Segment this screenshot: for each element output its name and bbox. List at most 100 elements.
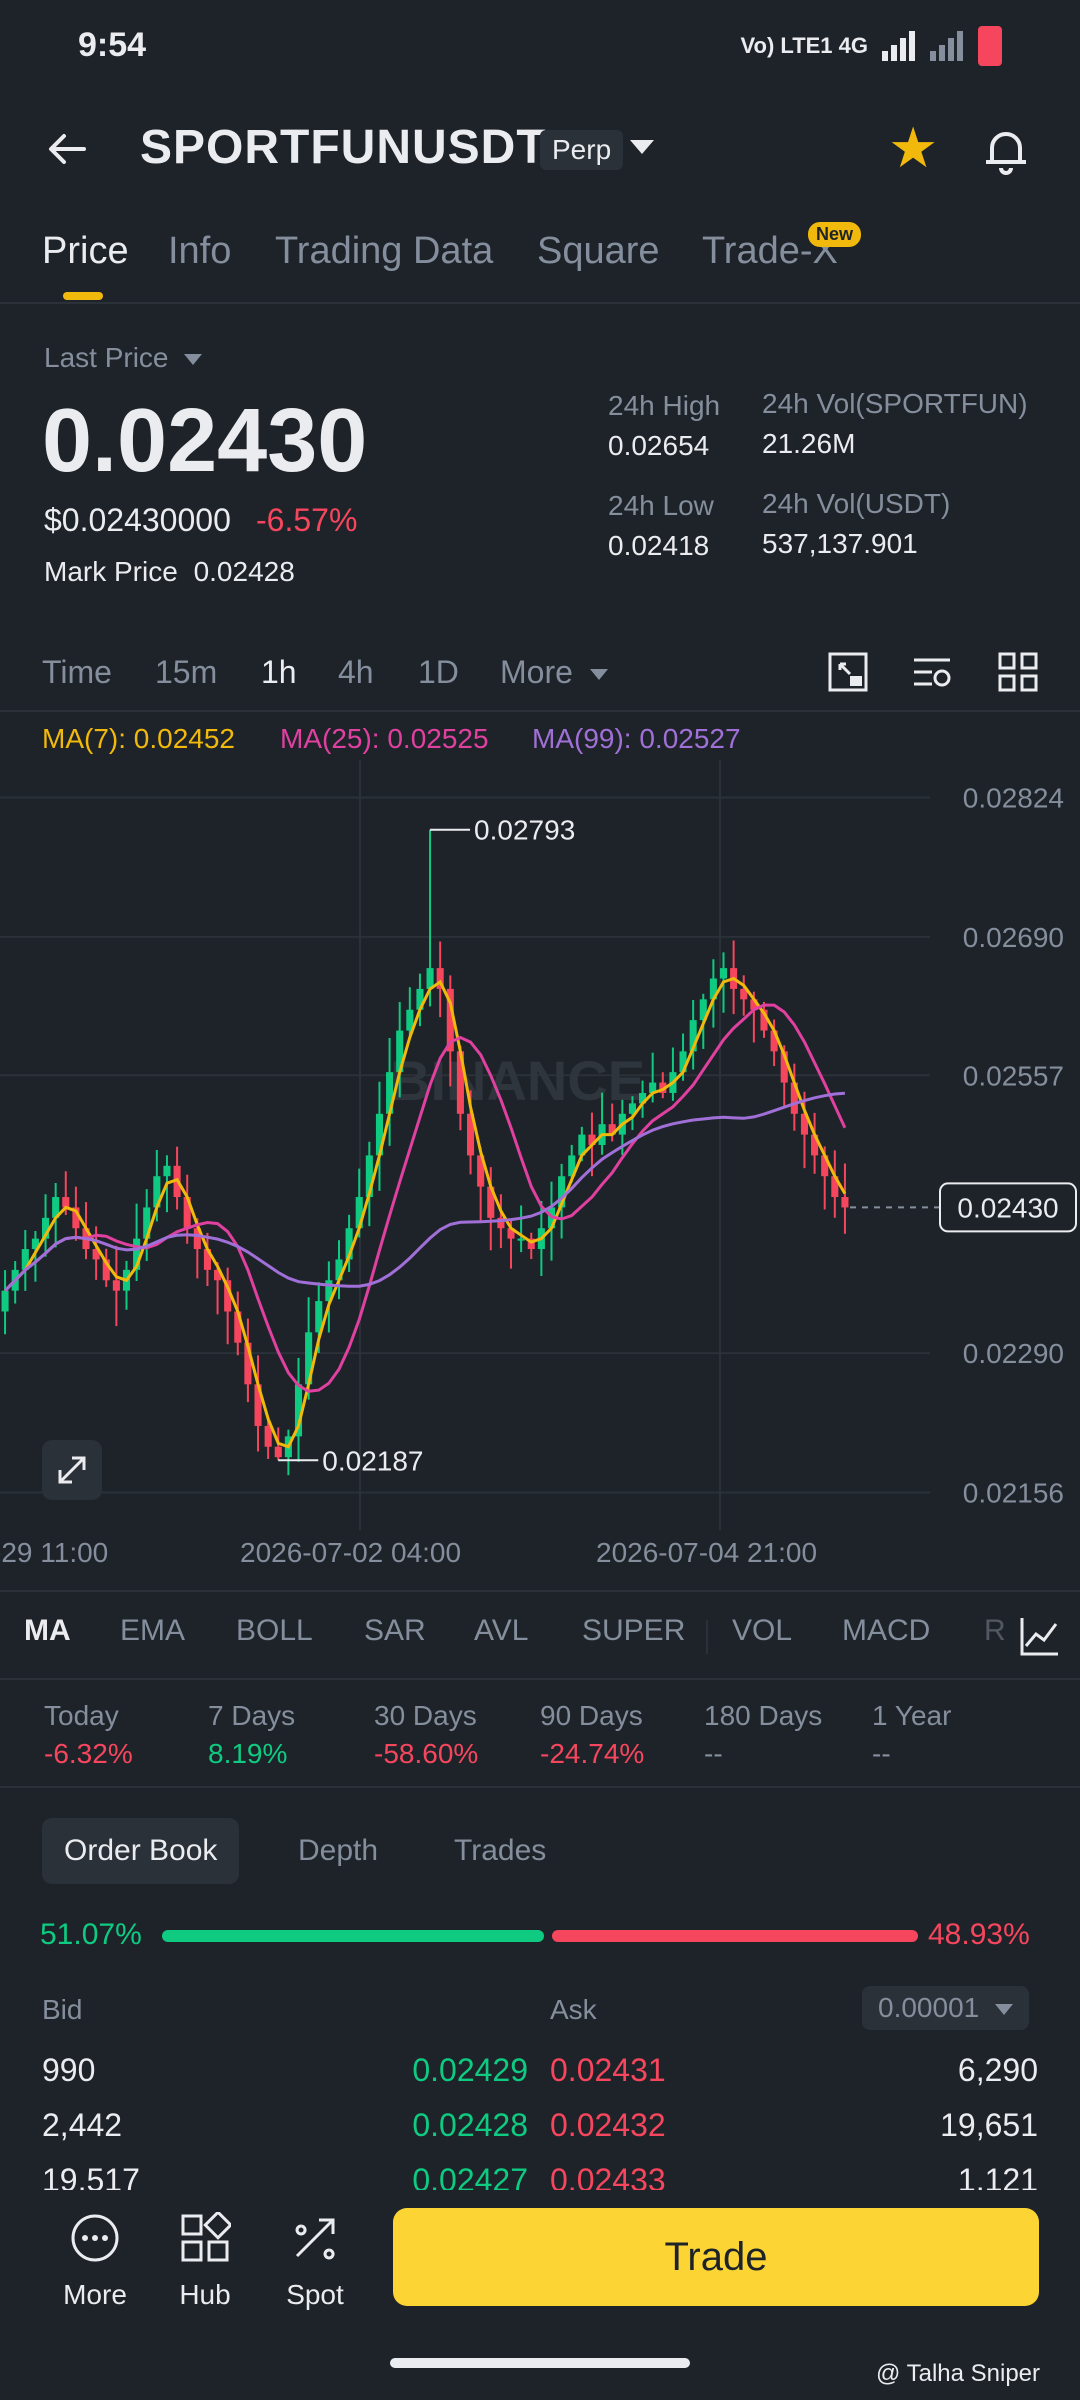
perf-label: 180 Days <box>704 1700 823 1731</box>
ask-header: Ask <box>550 1994 597 2025</box>
interval-4h[interactable]: 4h <box>338 654 374 691</box>
ask-quantity[interactable]: 19,651 <box>940 2107 1038 2144</box>
ask-price[interactable]: 0.02432 <box>550 2107 666 2144</box>
interval-1d[interactable]: 1D <box>418 654 459 691</box>
more-button[interactable]: More <box>50 2212 140 2311</box>
perf-value: -- <box>704 1738 723 1769</box>
battery-icon <box>978 26 1002 66</box>
hub-label: Hub <box>179 2279 231 2310</box>
interval-more-label: More <box>500 654 573 690</box>
bid-header: Bid <box>42 1994 83 2025</box>
bell-icon[interactable] <box>980 124 1032 176</box>
indicator-ema[interactable]: EMA <box>120 1614 185 1648</box>
perf-label: 30 Days <box>374 1700 477 1731</box>
back-arrow-icon[interactable] <box>44 126 90 172</box>
indicator-ma[interactable]: MA <box>24 1614 71 1648</box>
perf-value: -6.32% <box>44 1738 133 1769</box>
tab-price[interactable]: Price <box>42 230 129 273</box>
low-label: 24h Low <box>608 490 714 521</box>
perf-label: 90 Days <box>540 1700 643 1731</box>
bid-percent: 51.07% <box>40 1918 142 1951</box>
divider <box>0 1786 1080 1788</box>
indicator-vol[interactable]: VOL <box>732 1614 792 1648</box>
tab-trading-data[interactable]: Trading Data <box>275 230 493 273</box>
price-tick-label: 0.02156 <box>963 1478 1064 1509</box>
chart-settings-icon[interactable] <box>910 650 954 694</box>
home-indicator[interactable] <box>390 2358 690 2368</box>
high-label: 24h High <box>608 390 721 421</box>
ask-percent: 48.93% <box>928 1918 1030 1951</box>
chart-layout-icon[interactable] <box>826 650 870 694</box>
tab-order-book[interactable]: Order Book <box>42 1818 240 1884</box>
interval-1h[interactable]: 1h <box>261 654 297 691</box>
indicator-boll[interactable]: BOLL <box>236 1614 313 1648</box>
spot-button[interactable]: Spot <box>270 2212 360 2311</box>
favorite-star-icon[interactable]: ★ <box>888 120 938 176</box>
hub-button[interactable]: Hub <box>160 2210 250 2311</box>
signal-icon-2 <box>930 31 963 61</box>
price-tick-label: 0.02290 <box>963 1338 1064 1369</box>
bid-price[interactable]: 0.02428 <box>412 2107 528 2144</box>
contract-type-badge: Perp <box>540 130 624 170</box>
interval-15m[interactable]: 15m <box>155 654 217 691</box>
ask-quantity[interactable]: 6,290 <box>958 2052 1038 2089</box>
bid-quantity[interactable]: 2,442 <box>42 2107 122 2144</box>
new-badge: New <box>808 222 862 247</box>
interval-time[interactable]: Time <box>42 654 112 691</box>
ma99-label: MA(99): 0.02527 <box>532 723 741 754</box>
more-icon <box>71 2214 119 2262</box>
tab-info[interactable]: Info <box>168 230 231 273</box>
indicator-sar[interactable]: SAR <box>364 1614 426 1648</box>
chevron-down-icon <box>995 2004 1013 2016</box>
chart-watermark: BINANCE <box>390 1049 645 1112</box>
ask-price[interactable]: 0.02431 <box>550 2052 666 2089</box>
ma99-line <box>4 1091 846 1292</box>
symbol-title[interactable]: SPORTFUNUSDT <box>140 120 547 175</box>
chart-labels: 0.02187 0.02793 0.02430 <box>278 815 1077 1476</box>
price-change: -6.57% <box>256 502 358 538</box>
chevron-down-icon <box>589 669 608 681</box>
indicator-super[interactable]: SUPER <box>582 1614 685 1648</box>
expand-icon <box>58 1456 86 1484</box>
perf-value: -24.74% <box>540 1738 645 1769</box>
indicator-settings-icon[interactable] <box>1018 1614 1062 1658</box>
candles <box>1 829 849 1476</box>
candle-body <box>163 1165 171 1177</box>
indicator-r[interactable]: R <box>984 1614 1006 1648</box>
candle-body <box>112 1280 120 1291</box>
time-tick-label: 2026-07-02 04:00 <box>240 1537 461 1568</box>
ask-ratio-bar <box>552 1930 918 1942</box>
price-tick-label: 0.02557 <box>963 1060 1064 1091</box>
swap-icon <box>295 2218 335 2260</box>
usd-price: $0.02430000 <box>44 502 231 538</box>
current-price-label: 0.02430 <box>957 1192 1058 1223</box>
indicator-avl[interactable]: AVL <box>474 1614 528 1648</box>
trade-button[interactable]: Trade <box>393 2208 1039 2306</box>
indicator-macd[interactable]: MACD <box>842 1614 930 1648</box>
vol-quote-value: 537,137.901 <box>762 528 918 559</box>
last-price-label: Last Price <box>44 342 169 373</box>
interval-more[interactable]: More <box>500 654 608 691</box>
grid-icon[interactable] <box>996 650 1040 694</box>
status-time: 9:54 <box>78 26 147 64</box>
bid-price[interactable]: 0.02429 <box>412 2052 528 2089</box>
ma25-label: MA(25): 0.02525 <box>280 723 489 754</box>
tab-trades[interactable]: Trades <box>432 1818 568 1884</box>
tab-square[interactable]: Square <box>537 230 660 273</box>
vol-base-value: 21.26M <box>762 428 856 459</box>
price-chart[interactable]: 0.02824 0.02690 0.02557 0.02290 0.02156 -29 1… <box>0 710 1080 1570</box>
perf-label: 1 Year <box>872 1700 952 1731</box>
mark-price-row: Mark Price 0.02428 <box>44 556 295 588</box>
time-tick-label: 2026-07-04 21:00 <box>596 1537 817 1568</box>
chevron-down-icon[interactable] <box>630 140 654 154</box>
candle-body <box>517 1238 525 1241</box>
candle-body <box>264 1425 272 1447</box>
bid-quantity[interactable]: 990 <box>42 2052 95 2089</box>
mark-price-label: Mark Price <box>44 556 178 587</box>
expand-chart-button[interactable] <box>42 1440 102 1500</box>
status-icons: Vo) LTE1 4G <box>740 26 1002 66</box>
low-value: 0.02418 <box>608 530 710 561</box>
precision-selector[interactable]: 0.00001 <box>862 1986 1029 2030</box>
last-price-selector[interactable]: Last Price <box>44 342 203 374</box>
tab-depth[interactable]: Depth <box>276 1818 400 1884</box>
